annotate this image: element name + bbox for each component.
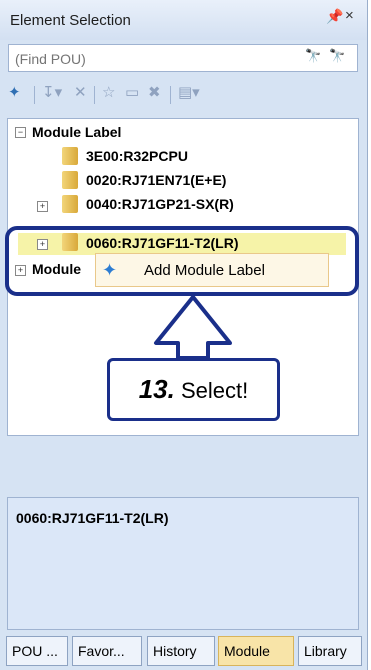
instruction-callout: 13. Select! [107,358,280,421]
tab-history[interactable]: History [147,636,215,666]
tab-favorites[interactable]: Favor... [72,636,142,666]
step-number: 13. [138,374,175,404]
tab-pou[interactable]: POU ... [6,636,68,666]
element-selection-panel: Element Selection 📌 × 🔭 🔭 ✦ ↧▾ ✕ ☆ ▭ ✖ ▤… [0,0,368,670]
arrow-shape [154,295,232,360]
selected-item-info: 0060:RJ71GF11-T2(LR) [16,510,169,526]
step-text: Select! [181,378,249,403]
tab-library[interactable]: Library [298,636,362,666]
tab-module[interactable]: Module [218,636,294,666]
info-pane: 0060:RJ71GF11-T2(LR) [7,497,359,630]
